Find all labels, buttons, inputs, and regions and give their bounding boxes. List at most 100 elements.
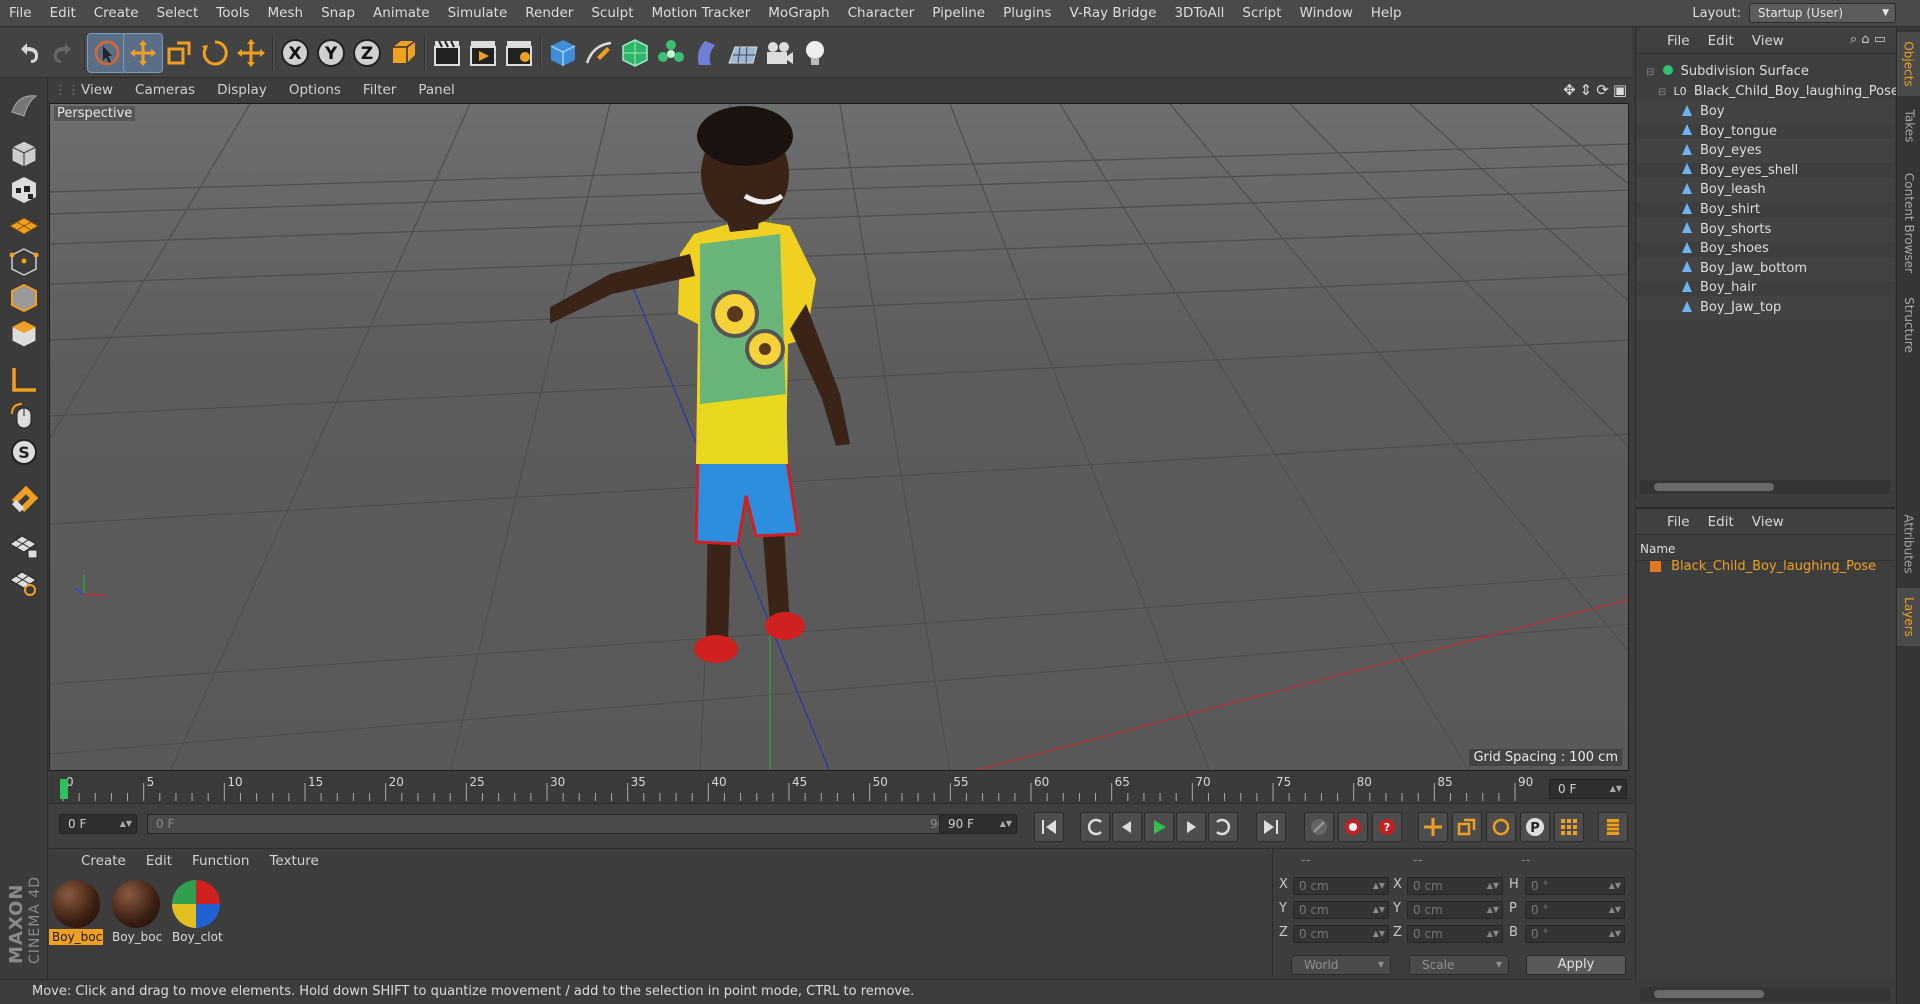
position-z-field[interactable]: 0 cm ▲▼ [1293, 925, 1389, 943]
search-icon[interactable]: ⌕ [1850, 32, 1857, 47]
next-frame-icon[interactable] [1176, 812, 1206, 842]
pan-icon[interactable]: ✥ [1563, 81, 1576, 99]
new-window-icon[interactable]: ▭ [1874, 32, 1886, 47]
layer-row[interactable]: Black_Child_Boy_laughing_Pose [1636, 555, 1894, 579]
menu-motion-tracker[interactable]: Motion Tracker [643, 0, 760, 27]
timeline-ruler[interactable]: 0 5 10 15 20 25 30 35 40 45 50 55 60 65 70 75 80 85 90 0 F… [49, 775, 1634, 803]
dolly-icon[interactable]: ⇕ [1580, 81, 1593, 99]
menu-plugins[interactable]: Plugins [994, 0, 1060, 27]
mat-menu-create[interactable]: Create [71, 849, 136, 873]
menu-select[interactable]: Select [148, 0, 208, 27]
menu-simulate[interactable]: Simulate [439, 0, 517, 27]
material-swatch[interactable]: Boy_boc [109, 877, 163, 947]
x-axis-lock-icon[interactable]: X [276, 34, 314, 72]
make-editable-icon[interactable] [5, 85, 43, 123]
camera-icon[interactable] [760, 34, 798, 72]
texture-mode-icon[interactable] [5, 171, 43, 209]
position-y-field[interactable]: 0 cm ▲▼ [1293, 901, 1389, 919]
magnet-icon[interactable] [5, 479, 43, 517]
edges-mode-icon[interactable] [5, 279, 43, 317]
autokey-icon[interactable]: ? [1372, 812, 1402, 842]
move-icon[interactable] [123, 33, 163, 73]
edit-render-settings-icon[interactable] [500, 34, 538, 72]
current-frame-field[interactable]: 0 F ▲▼ [1549, 779, 1627, 799]
undo-icon[interactable] [10, 34, 48, 72]
obj-menu-edit[interactable]: Edit [1699, 28, 1743, 54]
position-x-field[interactable]: 0 cm ▲▼ [1293, 877, 1389, 895]
mat-menu-function[interactable]: Function [182, 849, 259, 873]
vp-menu-options[interactable]: Options [278, 79, 352, 102]
cube-primitive-icon[interactable] [544, 34, 582, 72]
scale-icon[interactable] [160, 34, 198, 72]
tab-structure[interactable]: Structure [1897, 290, 1920, 360]
z-axis-lock-icon[interactable]: Z [348, 34, 386, 72]
pen-spline-icon[interactable] [580, 34, 618, 72]
menu-file[interactable]: File [0, 0, 41, 27]
menu-snap[interactable]: Snap [312, 0, 364, 27]
vp-menu-filter[interactable]: Filter [352, 79, 407, 102]
object-hscrollbar[interactable] [1640, 480, 1890, 494]
home-icon[interactable]: ⌂ [1861, 32, 1869, 47]
polygons-mode-icon[interactable] [5, 315, 43, 353]
points-mode-icon[interactable] [5, 243, 43, 281]
menu-window[interactable]: Window [1291, 0, 1362, 27]
vp-menu-panel[interactable]: Panel [407, 79, 465, 102]
menu-render[interactable]: Render [516, 0, 582, 27]
tab-attributes[interactable]: Attributes [1897, 504, 1920, 584]
recent-tool-icon[interactable] [232, 34, 270, 72]
mat-menu-texture[interactable]: Texture [259, 849, 328, 873]
frame-range-slider[interactable]: 0 F 90 F [147, 814, 979, 834]
vp-menu-view[interactable]: View [70, 79, 124, 102]
goto-end-icon[interactable] [1256, 812, 1286, 842]
tweak-mode-icon[interactable] [5, 397, 43, 435]
workplane-mode-icon[interactable] [5, 207, 43, 245]
layer-hscrollbar[interactable] [1640, 987, 1890, 1001]
vp-menu-display[interactable]: Display [206, 79, 278, 102]
key-position-icon[interactable] [1418, 812, 1448, 842]
obj-menu-file[interactable]: File [1658, 28, 1699, 54]
collapse-icon[interactable]: ⊟ [1646, 67, 1654, 78]
menu-3dtoall[interactable]: 3DToAll [1165, 0, 1233, 27]
layer-menu-view[interactable]: View [1743, 509, 1793, 535]
y-axis-lock-icon[interactable]: Y [312, 34, 350, 72]
key-scale-icon[interactable] [1452, 812, 1482, 842]
size-x-field[interactable]: 0 cm ▲▼ [1407, 877, 1503, 895]
size-z-field[interactable]: 0 cm ▲▼ [1407, 925, 1503, 943]
menu-mograph[interactable]: MoGraph [759, 0, 838, 27]
layer-menu-edit[interactable]: Edit [1699, 509, 1743, 535]
menu-vray-bridge[interactable]: V-Ray Bridge [1060, 0, 1165, 27]
floor-icon[interactable] [724, 34, 762, 72]
deformer-icon[interactable] [688, 34, 726, 72]
vp-menu-cameras[interactable]: Cameras [124, 79, 206, 102]
goto-start-icon[interactable] [1034, 812, 1064, 842]
menu-animate[interactable]: Animate [364, 0, 439, 27]
menu-pipeline[interactable]: Pipeline [923, 0, 994, 27]
scrollbar-thumb[interactable] [1654, 990, 1764, 998]
scrollbar-thumb[interactable] [1654, 483, 1774, 491]
menu-edit[interactable]: Edit [41, 0, 85, 27]
start-frame-field[interactable]: 0 F ▲▼ [59, 814, 137, 834]
key-rotation-icon[interactable] [1486, 812, 1516, 842]
menu-mesh[interactable]: Mesh [259, 0, 313, 27]
live-selection-icon[interactable] [87, 33, 127, 73]
key-parameter-icon[interactable]: P [1520, 812, 1550, 842]
subdivision-surface-icon[interactable] [616, 34, 654, 72]
apply-button[interactable]: Apply [1526, 955, 1626, 975]
tree-row-child[interactable]: Boy_Jaw_top [1636, 296, 1894, 320]
locked-workplane-icon[interactable] [5, 527, 43, 565]
tab-objects[interactable]: Objects [1897, 32, 1920, 96]
rotation-p-field[interactable]: 0 ° ▲▼ [1525, 901, 1625, 919]
menu-character[interactable]: Character [839, 0, 924, 27]
coord-mode-dropdown[interactable]: World ▼ [1291, 955, 1391, 975]
tab-layers[interactable]: Layers [1897, 588, 1920, 646]
axis-mode-icon[interactable] [5, 361, 43, 399]
play-forward-icon[interactable] [1144, 812, 1174, 842]
render-view-icon[interactable] [428, 34, 466, 72]
menu-help[interactable]: Help [1362, 0, 1411, 27]
record-keys-icon[interactable] [1338, 812, 1368, 842]
end-frame-field[interactable]: 90 F ▲▼ [939, 814, 1017, 834]
snap-icon[interactable]: S [5, 433, 43, 471]
tab-content-browser[interactable]: Content Browser [1897, 158, 1920, 288]
tab-takes[interactable]: Takes [1897, 98, 1920, 154]
perspective-viewport[interactable]: Perspective Grid Spacing : 100 cm [49, 103, 1629, 771]
